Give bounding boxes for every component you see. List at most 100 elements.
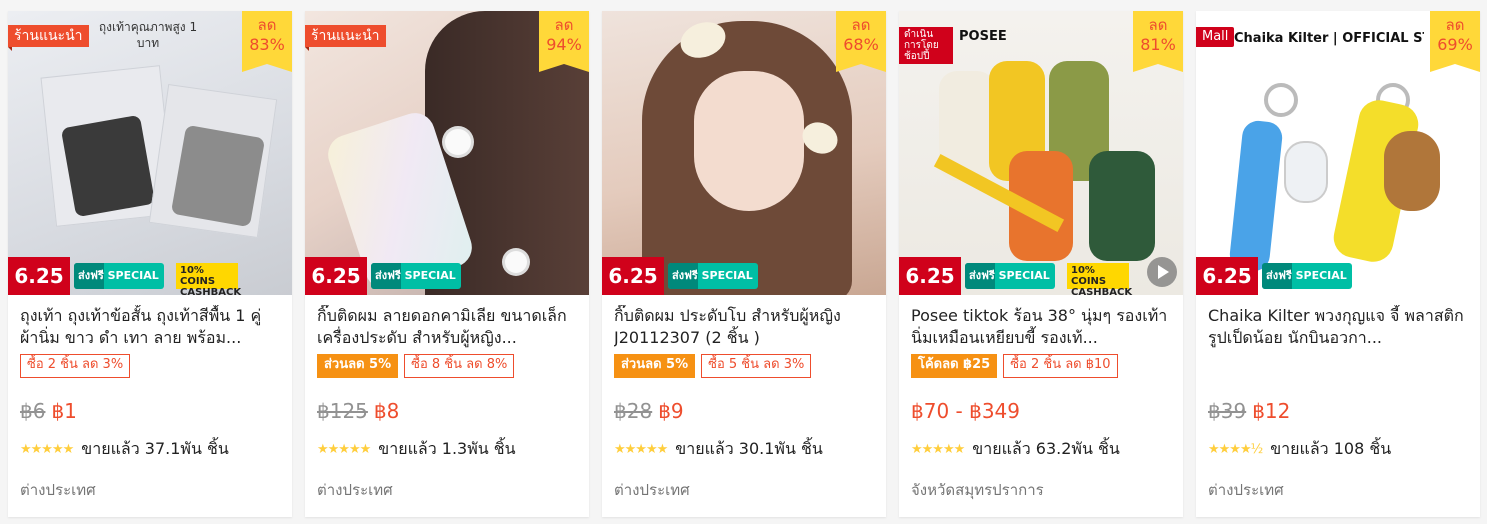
promo-tags: ซื้อ 2 ชิ้น ลด 3%	[20, 354, 280, 378]
key-ring-image	[1264, 83, 1298, 117]
rating-row: ★★★★★ ขายแล้ว 1.3พัน ชิ้น	[317, 438, 577, 460]
shop-location: ต่างประเทศ	[614, 481, 690, 499]
sold-count: ขายแล้ว 63.2พัน ชิ้น	[972, 438, 1120, 458]
product-info: ถุงเท้า ถุงเท้าข้อสั้น ถุงเท้าสีพื้น 1 ค…	[8, 295, 292, 502]
bundle-deal-tag: ซื้อ 8 ชิ้น ลด 8%	[404, 354, 515, 378]
discount-badge: ลด 69%	[1430, 11, 1480, 72]
product-card[interactable]: ดำเนินการโดยช้อปปี้ POSEE ลด 81% 6.25 ส่…	[899, 11, 1183, 517]
free-shipping-label: ส่งฟรี SPECIAL	[375, 269, 456, 282]
bundle-deal-tag: ซื้อ 2 ชิ้น ลด 3%	[20, 354, 131, 378]
product-info: กิ๊บติดผม ประดับโบ สําหรับผู้หญิง J20112…	[602, 295, 886, 502]
promo-tags: โค้ดลด ฿25 ซื้อ 2 ชิ้น ลด ฿10	[911, 354, 1171, 378]
sale-price: ฿8	[373, 399, 400, 423]
product-card[interactable]: Chaika Kilter | OFFICIAL STORE Mall ลด 6…	[1196, 11, 1480, 517]
discount-label: ลด	[257, 16, 277, 34]
discount-percent: 69%	[1437, 35, 1473, 54]
rating-row: ★★★★½ ขายแล้ว 108 ชิ้น	[1208, 438, 1468, 460]
star-rating-icon: ★★★★★	[317, 441, 371, 457]
product-info: กิ๊บติดผม ลายดอกคามิเลีย ขนาดเล็ก เครื่อ…	[305, 295, 589, 502]
product-info: Chaika Kilter พวงกุญแจ จี้ พลาสติก รูปเป…	[1196, 295, 1480, 502]
campaign-date: 6.25	[305, 257, 367, 295]
discount-badge: ลด 83%	[242, 11, 292, 72]
black-sock-image	[60, 114, 156, 218]
original-price: ฿6	[20, 399, 46, 423]
keychain-strap-image	[1228, 119, 1284, 273]
star-rating-icon: ★★★★★	[911, 441, 965, 457]
free-shipping-badge: ส่งฟรี SPECIAL	[371, 263, 461, 289]
campaign-date: 6.25	[899, 257, 961, 295]
free-shipping-badge: ส่งฟรี SPECIAL	[1262, 263, 1352, 289]
sale-price: ฿70 - ฿349	[911, 399, 1021, 423]
astronaut-charm-image	[1284, 141, 1328, 203]
product-image[interactable]: ดำเนินการโดยช้อปปี้ POSEE ลด 81% 6.25 ส่…	[899, 11, 1183, 295]
star-rating-icon: ★★★★½	[1208, 441, 1263, 457]
duck-charm-image	[1384, 131, 1440, 211]
preferred-seller-badge: ร้านแนะนำ	[8, 25, 89, 51]
product-name[interactable]: Chaika Kilter พวงกุญแจ จี้ พลาสติก รูปเป…	[1208, 305, 1468, 349]
star-rating-icon: ★★★★★	[20, 441, 74, 457]
free-shipping-label: ส่งฟรี SPECIAL	[1266, 269, 1347, 282]
product-grid: ถุงเท้าคุณภาพสูง 1 บาท ร้านแนะนำ ลด 83% …	[8, 11, 1480, 517]
product-image[interactable]: Chaika Kilter | OFFICIAL STORE Mall ลด 6…	[1196, 11, 1480, 295]
discount-label: ลด	[554, 16, 574, 34]
hair-clip-image	[445, 129, 471, 155]
grey-sock-image	[170, 124, 266, 228]
shopee-fulfilled-badge: ดำเนินการโดยช้อปปี้	[899, 27, 953, 64]
product-image[interactable]: ลด 68% 6.25 ส่งฟรี SPECIAL	[602, 11, 886, 295]
discount-percent: 83%	[249, 35, 285, 54]
shop-location: ต่างประเทศ	[20, 481, 96, 499]
rating-row: ★★★★★ ขายแล้ว 63.2พัน ชิ้น	[911, 438, 1171, 460]
product-card[interactable]: ถุงเท้าคุณภาพสูง 1 บาท ร้านแนะนำ ลด 83% …	[8, 11, 292, 517]
shop-location: ต่างประเทศ	[317, 481, 393, 499]
campaign-date: 6.25	[8, 257, 70, 295]
face-image	[694, 71, 804, 211]
coins-cashback-badge: 10% COINS CASHBACK	[1067, 263, 1132, 295]
discount-badge: ลด 94%	[539, 11, 589, 72]
discount-badge: ลด 68%	[836, 11, 886, 72]
discount-label: ลด	[851, 16, 871, 34]
price: ฿28 ฿9	[614, 396, 874, 426]
price: ฿70 - ฿349	[911, 396, 1171, 426]
product-name[interactable]: ถุงเท้า ถุงเท้าข้อสั้น ถุงเท้าสีพื้น 1 ค…	[20, 305, 280, 349]
free-shipping-badge: ส่งฟรี SPECIAL	[965, 263, 1055, 289]
product-name[interactable]: กิ๊บติดผม ประดับโบ สําหรับผู้หญิง J20112…	[614, 305, 874, 349]
free-shipping-label: ส่งฟรี SPECIAL	[672, 269, 753, 282]
play-video-icon[interactable]	[1147, 257, 1177, 287]
shop-location: จังหวัดสมุทรปราการ	[911, 481, 1044, 499]
original-price: ฿28	[614, 399, 653, 423]
discount-percent: 68%	[843, 35, 879, 54]
star-rating-icon: ★★★★★	[614, 441, 668, 457]
sale-price: ฿9	[658, 399, 684, 423]
product-card[interactable]: ลด 68% 6.25 ส่งฟรี SPECIAL กิ๊บติดผม ประ…	[602, 11, 886, 517]
price: ฿6 ฿1	[20, 396, 280, 426]
campaign-date: 6.25	[602, 257, 664, 295]
discount-label: ลด	[1148, 16, 1168, 34]
original-price: ฿125	[317, 399, 368, 423]
product-name[interactable]: Posee tiktok ร้อน 38° นุ่มๆ รองเท้านิ่มเ…	[911, 305, 1171, 349]
product-name[interactable]: กิ๊บติดผม ลายดอกคามิเลีย ขนาดเล็ก เครื่อ…	[317, 305, 577, 349]
product-card[interactable]: ร้านแนะนำ ลด 94% 6.25 ส่งฟรี SPECIAL กิ๊…	[305, 11, 589, 517]
promo-bar: 6.25 ส่งฟรี SPECIAL	[305, 257, 589, 295]
original-price: ฿39	[1208, 399, 1247, 423]
free-shipping-label: ส่งฟรี SPECIAL	[78, 269, 159, 282]
promo-bar: 6.25 ส่งฟรี SPECIAL 10% COINS CASHBACK	[899, 257, 1183, 295]
brand-logo: Chaika Kilter | OFFICIAL STORE	[1234, 31, 1424, 46]
product-image[interactable]: ถุงเท้าคุณภาพสูง 1 บาท ร้านแนะนำ ลด 83% …	[8, 11, 292, 295]
slipper-image	[1089, 151, 1155, 261]
shop-location: ต่างประเทศ	[1208, 481, 1284, 499]
free-shipping-label: ส่งฟรี SPECIAL	[969, 269, 1050, 282]
discount-tag: ส่วนลด 5%	[317, 354, 399, 378]
mall-badge: Mall	[1196, 27, 1235, 47]
campaign-date: 6.25	[1196, 257, 1258, 295]
image-caption: ถุงเท้าคุณภาพสูง 1 บาท	[98, 20, 198, 50]
coins-cashback-badge: 10% COINS CASHBACK	[176, 263, 241, 295]
free-shipping-badge: ส่งฟรี SPECIAL	[668, 263, 758, 289]
discount-tag: ส่วนลด 5%	[614, 354, 696, 378]
preferred-seller-badge: ร้านแนะนำ	[305, 25, 386, 51]
discount-percent: 81%	[1140, 35, 1176, 54]
rating-row: ★★★★★ ขายแล้ว 30.1พัน ชิ้น	[614, 438, 874, 460]
product-image[interactable]: ร้านแนะนำ ลด 94% 6.25 ส่งฟรี SPECIAL	[305, 11, 589, 295]
sale-price: ฿12	[1252, 399, 1291, 423]
product-info: Posee tiktok ร้อน 38° นุ่มๆ รองเท้านิ่มเ…	[899, 295, 1183, 502]
promo-tags: ส่วนลด 5% ซื้อ 8 ชิ้น ลด 8%	[317, 354, 577, 378]
